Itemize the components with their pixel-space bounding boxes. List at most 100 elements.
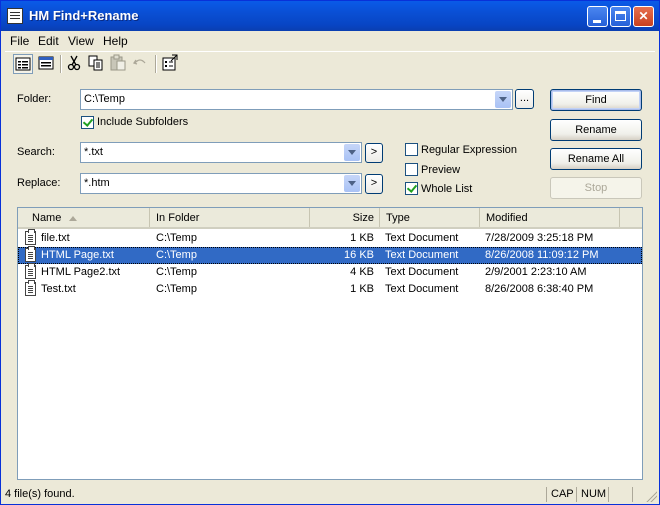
folder-combo[interactable]: C:\Temp: [80, 89, 513, 110]
table-row[interactable]: file.txt C:\Temp 1 KB Text Document 7/28…: [18, 229, 642, 247]
maximize-icon: [615, 11, 626, 21]
search-value: *.txt: [84, 146, 103, 158]
close-icon: ✕: [638, 9, 649, 23]
search-regex-menu-button[interactable]: >: [365, 143, 383, 163]
text-file-icon: [25, 246, 36, 262]
search-combo[interactable]: *.txt: [80, 142, 362, 163]
whole-list-label: Whole List: [421, 183, 473, 195]
file-name: file.txt: [41, 232, 70, 244]
folder-label: Folder:: [17, 93, 52, 105]
chevron-down-icon[interactable]: [344, 144, 360, 161]
rename-all-button[interactable]: Rename All: [550, 148, 642, 170]
file-name: HTML Page2.txt: [41, 266, 121, 278]
paste-icon: [110, 54, 126, 71]
copy-icon: [88, 55, 103, 71]
status-pane-empty: [608, 487, 632, 502]
app-icon: [7, 8, 23, 24]
sort-ascending-icon: [69, 215, 78, 221]
file-folder: C:\Temp: [156, 232, 197, 244]
minimize-button[interactable]: [587, 6, 608, 27]
file-type: Text Document: [385, 249, 459, 261]
chevron-down-icon[interactable]: [495, 91, 511, 108]
toolbar-separator: [155, 55, 157, 73]
file-modified: 8/26/2008 6:38:40 PM: [485, 283, 594, 295]
paste-button[interactable]: [109, 54, 129, 74]
include-subfolders-label: Include Subfolders: [97, 116, 189, 128]
preview-label: Preview: [421, 164, 461, 176]
file-modified: 7/28/2009 3:25:18 PM: [485, 232, 594, 244]
table-row[interactable]: HTML Page2.txt C:\Temp 4 KB Text Documen…: [18, 263, 642, 281]
file-size: 16 KB: [344, 249, 374, 261]
resize-grip-icon[interactable]: [645, 490, 657, 502]
details-view-button[interactable]: [13, 54, 33, 74]
properties-icon: [162, 54, 178, 71]
whole-list-checkbox[interactable]: [405, 182, 418, 195]
menu-file[interactable]: File: [10, 34, 29, 48]
close-button[interactable]: ✕: [633, 6, 654, 27]
title-bar[interactable]: HM Find+Rename ✕: [1, 1, 659, 31]
browse-button[interactable]: ...: [515, 89, 534, 109]
column-header-size[interactable]: Size: [310, 208, 380, 227]
column-header-folder[interactable]: In Folder: [150, 208, 310, 227]
file-name: HTML Page.txt: [41, 249, 114, 261]
status-message: 4 file(s) found.: [5, 488, 75, 500]
minimize-icon: [593, 20, 601, 23]
stop-button[interactable]: Stop: [550, 177, 642, 199]
results-list[interactable]: Name In Folder Size Type Modified file.t…: [17, 207, 643, 480]
regex-label: Regular Expression: [421, 144, 517, 156]
toolbar: [5, 51, 655, 76]
properties-button[interactable]: [161, 54, 181, 74]
status-pane-empty: [632, 487, 646, 502]
file-size: 1 KB: [350, 232, 374, 244]
rename-button[interactable]: Rename: [550, 119, 642, 141]
replace-regex-menu-button[interactable]: >: [365, 174, 383, 194]
details-view-icon: [15, 57, 31, 71]
menu-edit[interactable]: Edit: [38, 34, 59, 48]
replace-combo[interactable]: *.htm: [80, 173, 362, 194]
status-bar: 4 file(s) found. CAP NUM: [1, 485, 659, 504]
replace-label: Replace:: [17, 177, 61, 189]
folder-value: C:\Temp: [84, 93, 125, 105]
find-button[interactable]: Find: [550, 89, 642, 111]
file-type: Text Document: [385, 283, 459, 295]
text-file-icon: [25, 229, 36, 245]
preview-checkbox[interactable]: [405, 163, 418, 176]
list-header: Name In Folder Size Type Modified: [18, 208, 642, 229]
caps-lock-indicator: CAP: [546, 487, 576, 502]
list-view-button[interactable]: [37, 54, 57, 74]
cut-icon: [67, 55, 81, 71]
file-folder: C:\Temp: [156, 266, 197, 278]
table-row[interactable]: Test.txt C:\Temp 1 KB Text Document 8/26…: [18, 280, 642, 298]
menu-bar: File Edit View Help: [1, 31, 659, 50]
copy-button[interactable]: [87, 54, 107, 74]
file-modified: 8/26/2008 11:09:12 PM: [485, 249, 599, 261]
menu-view[interactable]: View: [68, 34, 94, 48]
text-file-icon: [25, 280, 36, 296]
num-lock-indicator: NUM: [576, 487, 608, 502]
file-type: Text Document: [385, 266, 459, 278]
file-folder: C:\Temp: [156, 283, 197, 295]
regex-checkbox[interactable]: [405, 143, 418, 156]
column-header-type[interactable]: Type: [380, 208, 480, 227]
maximize-button[interactable]: [610, 6, 631, 27]
file-size: 1 KB: [350, 283, 374, 295]
file-name: Test.txt: [41, 283, 76, 295]
cut-button[interactable]: [65, 54, 85, 74]
column-header-modified[interactable]: Modified: [480, 208, 620, 227]
table-row[interactable]: HTML Page.txt C:\Temp 16 KB Text Documen…: [18, 246, 642, 264]
file-folder: C:\Temp: [156, 249, 197, 261]
text-file-icon: [25, 263, 36, 279]
file-size: 4 KB: [350, 266, 374, 278]
file-modified: 2/9/2001 2:23:10 AM: [485, 266, 587, 278]
replace-value: *.htm: [84, 177, 110, 189]
chevron-down-icon[interactable]: [344, 175, 360, 192]
column-header-name[interactable]: Name: [18, 208, 150, 227]
menu-help[interactable]: Help: [103, 34, 128, 48]
toolbar-separator: [60, 55, 62, 73]
include-subfolders-checkbox[interactable]: [81, 116, 94, 129]
file-type: Text Document: [385, 232, 459, 244]
list-view-icon: [38, 56, 54, 70]
undo-icon: [132, 59, 146, 65]
window-title: HM Find+Rename: [29, 8, 139, 23]
undo-button[interactable]: [131, 54, 151, 74]
